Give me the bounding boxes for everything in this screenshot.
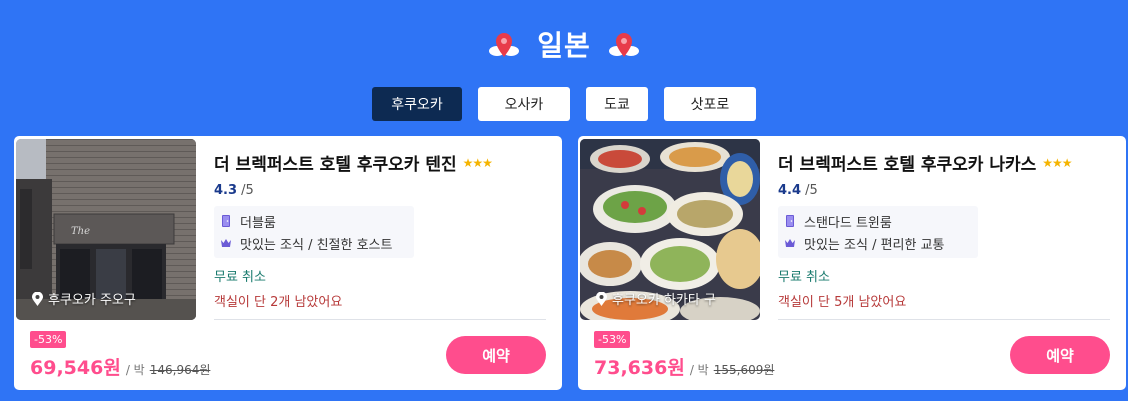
location-label: 후쿠오카 하카타 구 xyxy=(612,293,716,308)
per-night-label: / 박 xyxy=(125,363,145,377)
crown-icon xyxy=(220,237,232,249)
review-score: 4.4 /5 xyxy=(778,183,1118,198)
discount-badge: -53% xyxy=(30,331,67,348)
rating-value: 4.3 xyxy=(214,183,238,198)
rating-value: 4.4 xyxy=(778,183,802,198)
door-icon xyxy=(220,215,232,227)
discount-badge: -53% xyxy=(594,331,631,348)
rating-max: /5 xyxy=(805,183,818,198)
hotel-name[interactable]: 더 브렉퍼스트 호텔 후쿠오카 텐진 xyxy=(214,150,457,175)
room-type-row: 스탠다드 트윈룸 xyxy=(784,210,974,232)
book-button[interactable]: 예약 xyxy=(1010,336,1110,374)
hotel-card[interactable]: 후쿠오카 하카타 구 더 브렉퍼스트 호텔 후쿠오카 나카스 ★★★ 4.4 /… xyxy=(578,136,1126,390)
location-pin-icon xyxy=(596,291,607,306)
hotel-location: 후쿠오카 하카타 구 xyxy=(596,289,716,308)
tab-tokyo[interactable]: 도쿄 xyxy=(586,87,648,121)
sale-price: 73,636원 xyxy=(594,357,685,379)
star-rating-icon: ★★★ xyxy=(1042,155,1072,170)
star-rating-icon: ★★★ xyxy=(462,155,493,170)
hotel-info: 더 브렉퍼스트 호텔 후쿠오카 나카스 ★★★ 4.4 /5 스탠다드 트윈룸 … xyxy=(778,150,1118,310)
location-pin-icon xyxy=(32,291,43,306)
svg-text:The: The xyxy=(71,226,90,237)
divider xyxy=(778,319,1110,320)
divider xyxy=(214,319,546,320)
rooms-left-notice: 객실이 단 2개 남았어요 xyxy=(214,295,343,310)
highlights: 맛있는 조식 / 친절한 호스트 xyxy=(240,237,393,253)
map-pin-cloud-icon xyxy=(487,27,521,61)
highlights-row: 맛있는 조식 / 편리한 교통 xyxy=(784,232,974,254)
tab-sapporo[interactable]: 삿포로 xyxy=(664,87,756,121)
room-type-row: 더블룸 xyxy=(220,210,410,232)
map-pin-cloud-icon xyxy=(607,27,641,61)
rooms-left-notice: 객실이 단 5개 남았어요 xyxy=(778,295,907,310)
room-type: 더블룸 xyxy=(240,215,276,231)
price-row: 69,546원 / 박 146,964원 xyxy=(30,353,210,380)
price-row: 73,636원 / 박 155,609원 xyxy=(594,353,774,380)
original-price: 146,964원 xyxy=(149,363,211,377)
highlights-row: 맛있는 조식 / 친절한 호스트 xyxy=(220,232,410,254)
rating-max: /5 xyxy=(241,183,254,198)
page-title: 일본 xyxy=(537,29,591,62)
city-tabs: 후쿠오카 오사카 도쿄 삿포로 xyxy=(0,87,1128,121)
room-features: 더블룸 맛있는 조식 / 친절한 호스트 xyxy=(214,206,414,258)
door-icon xyxy=(784,215,796,227)
hotel-info: 더 브렉퍼스트 호텔 후쿠오카 텐진 ★★★ 4.3 /5 더블룸 맛있는 조식… xyxy=(214,150,554,310)
review-score: 4.3 /5 xyxy=(214,183,554,198)
breakfast-buffet-photo[interactable]: 후쿠오카 하카타 구 xyxy=(580,139,760,320)
hotel-location: 후쿠오카 주오구 xyxy=(32,289,136,308)
sale-price: 69,546원 xyxy=(30,357,121,379)
section-header: 일본 xyxy=(0,22,1128,66)
book-button[interactable]: 예약 xyxy=(446,336,546,374)
per-night-label: / 박 xyxy=(689,363,709,377)
hotel-card[interactable]: The 후쿠오카 주오구 더 브렉퍼스트 호텔 후쿠오카 텐진 ★★★ 4.3 … xyxy=(14,136,562,390)
original-price: 155,609원 xyxy=(713,363,775,377)
hotel-building-photo[interactable]: The 후쿠오카 주오구 xyxy=(16,139,196,320)
highlights: 맛있는 조식 / 편리한 교통 xyxy=(804,237,945,253)
room-type: 스탠다드 트윈룸 xyxy=(804,215,892,231)
cancellation-policy: 무료 취소 xyxy=(214,270,266,285)
location-label: 후쿠오카 주오구 xyxy=(48,293,136,308)
crown-icon xyxy=(784,237,796,249)
hotel-name[interactable]: 더 브렉퍼스트 호텔 후쿠오카 나카스 xyxy=(778,150,1036,175)
tab-fukuoka[interactable]: 후쿠오카 xyxy=(372,87,462,121)
room-features: 스탠다드 트윈룸 맛있는 조식 / 편리한 교통 xyxy=(778,206,978,258)
cancellation-policy: 무료 취소 xyxy=(778,270,830,285)
tab-osaka[interactable]: 오사카 xyxy=(478,87,570,121)
